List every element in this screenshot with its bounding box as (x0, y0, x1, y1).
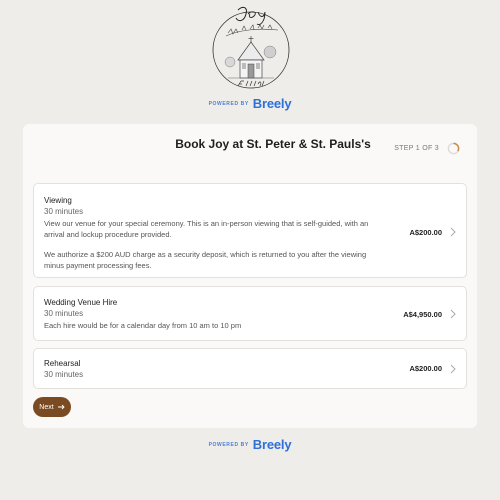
chevron-right-icon (450, 309, 456, 319)
powered-by-breely-top[interactable]: POWERED BY Breely (0, 96, 500, 111)
powered-by-label: POWERED BY (208, 100, 249, 107)
service-description: View our venue for your special ceremony… (44, 219, 369, 239)
service-price: A$200.00 (409, 364, 442, 373)
service-duration: 30 minutes (44, 370, 84, 379)
breely-logo: Breely (252, 96, 292, 111)
service-description: Each hire would be for a calendar day fr… (44, 321, 242, 330)
step-indicator: STEP 1 OF 3 (394, 145, 439, 152)
breely-logo: Breely (252, 437, 292, 452)
venue-logo (208, 0, 294, 98)
service-name: Viewing (44, 196, 72, 205)
service-deposit-note: We authorize a $200 AUD charge as a secu… (44, 250, 367, 270)
page-title: Book Joy at St. Peter & St. Pauls's (175, 137, 371, 151)
service-option-viewing[interactable]: Viewing 30 minutes View our venue for yo… (33, 183, 467, 278)
service-option-wedding-venue-hire[interactable]: Wedding Venue Hire 30 minutes Each hire … (33, 286, 467, 341)
service-duration: 30 minutes (44, 309, 84, 318)
service-name: Rehearsal (44, 359, 81, 368)
chevron-right-icon (450, 227, 456, 237)
next-button[interactable]: Next (33, 397, 71, 417)
powered-by-label: POWERED BY (208, 441, 249, 448)
step-progress-ring (447, 142, 460, 155)
next-button-label: Next (39, 403, 54, 411)
powered-by-breely-bottom[interactable]: POWERED BY Breely (0, 437, 500, 452)
booking-card: Book Joy at St. Peter & St. Pauls's STEP… (23, 124, 477, 428)
chevron-right-icon (450, 364, 456, 374)
service-price: A$4,950.00 (403, 310, 442, 319)
service-price: A$200.00 (409, 228, 442, 237)
service-duration: 30 minutes (44, 207, 84, 216)
service-option-rehearsal[interactable]: Rehearsal 30 minutes A$200.00 (33, 348, 467, 389)
service-name: Wedding Venue Hire (44, 298, 118, 307)
arrow-right-icon (57, 404, 65, 410)
